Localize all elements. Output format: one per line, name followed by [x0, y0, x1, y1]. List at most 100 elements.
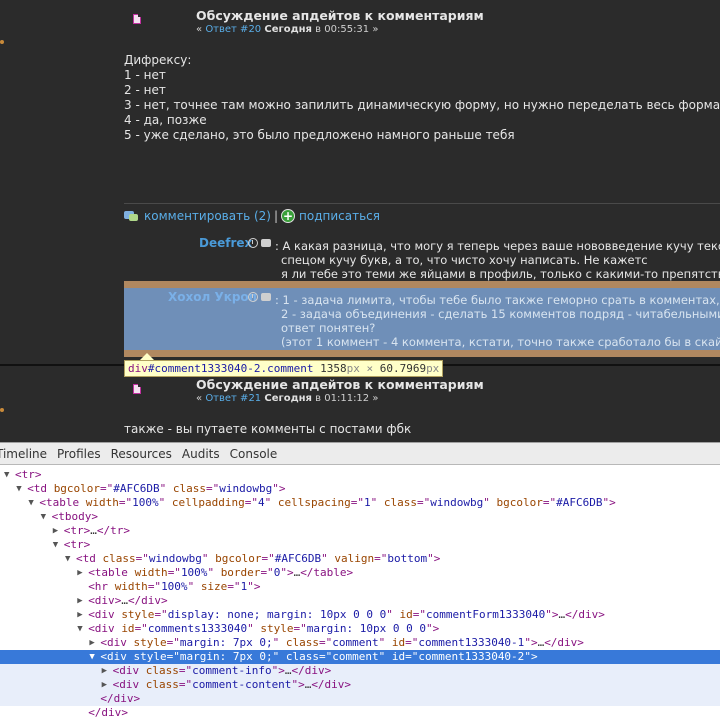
expand-right-icon[interactable]: ▶: [102, 678, 107, 692]
comment-icons: [248, 238, 271, 248]
comments-icon: [124, 210, 140, 222]
meta-prefix: «: [196, 24, 203, 35]
body-line: 5 - уже сделано, это было предложено нам…: [124, 128, 515, 142]
post-icon: [133, 14, 141, 24]
plus-icon[interactable]: +: [281, 209, 296, 223]
post-time: в 01:11:12 »: [315, 393, 379, 404]
comment-button[interactable]: комментировать (2): [144, 209, 271, 223]
dom-node[interactable]: ▼ <tr>: [0, 468, 720, 482]
dom-node-markup: <div>…</div>: [88, 594, 168, 607]
tab-timeline[interactable]: Timeline: [0, 447, 52, 461]
expand-down-icon[interactable]: ▼: [89, 650, 94, 664]
expand-right-icon[interactable]: ▶: [77, 566, 82, 580]
clock-icon: [248, 292, 258, 302]
post-body: также - вы путаете комменты с постами фб…: [124, 422, 411, 437]
comment-icons: [248, 292, 271, 302]
expand-down-icon[interactable]: ▼: [16, 482, 21, 496]
expand-down-icon[interactable]: ▼: [28, 496, 33, 510]
post-date: Сегодня: [264, 24, 312, 35]
dom-node[interactable]: ▶ <div class="comment-content">…</div>: [0, 678, 720, 692]
expand-right-icon[interactable]: ▶: [77, 608, 82, 622]
comment-text: : А какая разница, что могу я теперь чер…: [275, 239, 720, 281]
dom-node-markup: <div style="margin: 7px 0;" class="comme…: [100, 650, 538, 663]
comment-line: спецом кучу букв, а то, что чисто хочу н…: [281, 253, 648, 267]
pin-marker: [0, 40, 4, 44]
reply-bubble-icon[interactable]: [261, 239, 271, 247]
dom-node[interactable]: ▼ <td class="windowbg" bgcolor="#AFC6DB" …: [0, 552, 720, 566]
dom-node[interactable]: ▶ <div>…</div>: [0, 594, 720, 608]
comment-line: (этот 1 коммент - 4 коммента, кстати, то…: [281, 335, 720, 349]
dom-node[interactable]: ▶ <div class="comment-info">…</div>: [0, 664, 720, 678]
comment-line: ответ понятен?: [281, 321, 376, 335]
body-line: 2 - нет: [124, 83, 166, 97]
expand-down-icon[interactable]: ▼: [65, 552, 70, 566]
tip-height-unit: px: [426, 362, 440, 375]
tab-profiles[interactable]: Profiles: [52, 447, 106, 461]
reply-link[interactable]: Ответ #21: [205, 393, 261, 404]
dom-node-markup: <tbody>: [51, 510, 98, 523]
expand-right-icon[interactable]: ▶: [89, 636, 94, 650]
dom-node[interactable]: <hr width="100%" size="1">: [0, 580, 720, 594]
post-meta: « Ответ #21 Сегодня в 01:11:12 »: [196, 393, 378, 404]
dom-node[interactable]: ▼ <tr>: [0, 538, 720, 552]
comment-line: : А какая разница, что могу я теперь чер…: [275, 239, 720, 253]
tab-audits[interactable]: Audits: [177, 447, 225, 461]
comment-line: я ли тебе это теми же яйцами в профиль, …: [281, 267, 720, 281]
dom-node[interactable]: ▶ <div style="display: none; margin: 10px…: [0, 608, 720, 622]
dom-node[interactable]: </div>: [0, 706, 720, 719]
tip-selector: #comment1333040-2.comment: [147, 362, 314, 375]
reply-link[interactable]: Ответ #20: [205, 24, 261, 35]
dom-node-markup: <table width="100%" cellpadding="4" cell…: [39, 496, 616, 509]
dom-node[interactable]: ▼ <tbody>: [0, 510, 720, 524]
comment-author[interactable]: Deefrex: [199, 236, 252, 250]
body-line: Дифрексу:: [124, 53, 192, 67]
dom-node-markup: <hr width="100%" size="1">: [88, 580, 261, 593]
clock-icon: [248, 238, 258, 248]
tab-resources[interactable]: Resources: [106, 447, 177, 461]
dom-node-markup: <div id="comments1333040" style="margin:…: [88, 622, 440, 635]
dom-node[interactable]: ▶ <table width="100%" border="0">…</table…: [0, 566, 720, 580]
dom-node[interactable]: ▼ <table width="100%" cellpadding="4" cel…: [0, 496, 720, 510]
dom-node-selected[interactable]: ▼ <div style="margin: 7px 0;" class="comm…: [0, 650, 720, 664]
dom-node-markup: <tr>: [15, 468, 42, 481]
tip-height: 60.7969: [379, 362, 427, 375]
post-title[interactable]: Обсуждение апдейтов к комментариям: [196, 8, 484, 23]
body-line: 3 - нет, точнее там можно запилить динам…: [124, 98, 720, 112]
dom-node[interactable]: ▶ <div style="margin: 7px 0;" class="comm…: [0, 636, 720, 650]
dom-node-markup: </div>: [88, 706, 128, 719]
body-line: также - вы путаете комменты с постами фб…: [124, 422, 412, 436]
dom-node-markup: <div class="comment-content">…</div>: [112, 678, 352, 691]
dom-node-markup: <td class="windowbg" bgcolor="#AFC6DB" v…: [76, 552, 441, 565]
expand-right-icon[interactable]: ▶: [77, 594, 82, 608]
reply-bubble-icon[interactable]: [261, 293, 271, 301]
comment-author[interactable]: Хохол Укроп: [168, 290, 257, 304]
dom-node-markup: </div>: [100, 692, 141, 705]
post-time: в 00:55:31 »: [315, 24, 379, 35]
tab-console[interactable]: Console: [225, 447, 283, 461]
forum-page: Обсуждение апдейтов к комментариям « Отв…: [0, 0, 720, 442]
dom-node[interactable]: ▼ <td bgcolor="#AFC6DB" class="windowbg">: [0, 482, 720, 496]
body-line: 4 - да, позже: [124, 113, 207, 127]
post-title[interactable]: Обсуждение апдейтов к комментариям: [196, 377, 484, 392]
expand-right-icon[interactable]: ▶: [102, 664, 107, 678]
dom-node-markup: <td bgcolor="#AFC6DB" class="windowbg">: [27, 482, 286, 495]
dom-node[interactable]: ▶ <tr>…</tr>: [0, 524, 720, 538]
dom-node-markup: <table width="100%" border="0">…</table>: [88, 566, 354, 579]
dom-node-markup: <tr>: [63, 538, 91, 551]
inspector-tooltip: div#comment1333040-2.comment 1358px × 60…: [124, 360, 444, 377]
expand-down-icon[interactable]: ▼: [77, 622, 82, 636]
dom-node-markup: <div style="margin: 7px 0;" class="comme…: [100, 636, 584, 649]
expand-down-icon[interactable]: ▼: [41, 510, 46, 524]
dom-node[interactable]: ▼ <div id="comments1333040" style="margin…: [0, 622, 720, 636]
expand-right-icon[interactable]: ▶: [53, 524, 58, 538]
subscribe-button[interactable]: подписаться: [299, 209, 380, 223]
body-line: 1 - нет: [124, 68, 166, 82]
comment-line: 2 - задача объединения - сделать 15 комм…: [281, 307, 720, 321]
comment-text: : 1 - задача лимита, чтобы тебе было так…: [275, 293, 720, 349]
tip-tag: div: [128, 362, 148, 375]
expand-down-icon[interactable]: ▼: [53, 538, 58, 552]
expand-down-icon[interactable]: ▼: [4, 468, 9, 482]
post-divider: [124, 203, 720, 204]
dom-node[interactable]: </div>: [0, 692, 720, 706]
comment-line: : 1 - задача лимита, чтобы тебе было так…: [275, 293, 720, 307]
